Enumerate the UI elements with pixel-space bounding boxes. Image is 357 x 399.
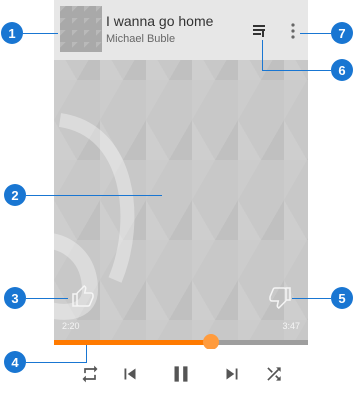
callout-line xyxy=(300,33,331,34)
callout-badge: 1 xyxy=(1,22,23,44)
callout-line xyxy=(292,298,331,299)
callout-line xyxy=(26,298,68,299)
queue-icon[interactable] xyxy=(252,23,268,39)
total-duration: 3:47 xyxy=(282,321,300,331)
callout-badge: 3 xyxy=(4,287,26,309)
callout-badge: 6 xyxy=(331,59,353,81)
progress-bar-fill xyxy=(54,340,211,345)
skip-previous-icon xyxy=(124,368,136,380)
music-player: I wanna go home Michael Buble 2:20 3:47 xyxy=(54,0,308,399)
callout-badge: 2 xyxy=(4,184,26,206)
previous-button[interactable] xyxy=(116,362,144,386)
shuffle-button[interactable] xyxy=(260,362,288,386)
skip-next-icon xyxy=(226,368,238,380)
repeat-icon xyxy=(82,365,98,383)
playback-controls xyxy=(54,349,308,399)
album-thumbnail[interactable] xyxy=(60,6,102,52)
more-vert-icon[interactable] xyxy=(290,22,296,40)
callout-line xyxy=(86,345,87,363)
callout-line xyxy=(23,33,58,34)
elapsed-time: 2:20 xyxy=(62,321,80,331)
callout-line xyxy=(26,195,162,196)
callout-badge: 7 xyxy=(331,22,353,44)
progress-handle[interactable] xyxy=(203,334,219,350)
shuffle-icon xyxy=(267,367,281,381)
repeat-button[interactable] xyxy=(76,362,104,386)
next-button[interactable] xyxy=(218,362,246,386)
callout-badge: 4 xyxy=(4,351,26,373)
pause-icon xyxy=(174,366,188,382)
callout-line xyxy=(262,40,263,70)
thumb-up-icon[interactable] xyxy=(71,285,95,309)
callout-line xyxy=(26,362,86,363)
callout-line xyxy=(262,70,331,71)
now-playing-header: I wanna go home Michael Buble xyxy=(54,0,308,60)
callout-badge: 5 xyxy=(331,287,353,309)
pause-button[interactable] xyxy=(167,362,195,386)
artist-name: Michael Buble xyxy=(106,33,176,45)
thumb-down-icon[interactable] xyxy=(268,285,292,309)
song-title: I wanna go home xyxy=(106,13,214,29)
headphone-artwork xyxy=(54,113,135,320)
